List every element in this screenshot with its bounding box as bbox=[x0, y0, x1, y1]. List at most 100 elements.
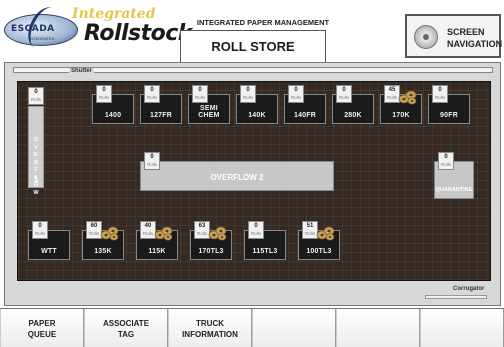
nav-button-associate-tag[interactable]: ASSOCIATE TAG bbox=[84, 309, 168, 347]
screen-navigation-label: SCREEN NAVIGATION bbox=[447, 26, 502, 50]
lane-count-box: 0 Rolls bbox=[432, 85, 448, 103]
lane-roll-count: 45 bbox=[388, 87, 396, 93]
overflow-1-char: E bbox=[34, 152, 38, 158]
lane-count-box: 0 Rolls bbox=[32, 221, 48, 239]
overflow-1-char: W bbox=[33, 189, 39, 196]
overflow-1-char: R bbox=[34, 159, 38, 166]
lane-count-box: 0 Rolls bbox=[96, 85, 112, 103]
lane-count-box: 0 Rolls bbox=[192, 85, 208, 103]
lane-label: 170K bbox=[392, 112, 410, 119]
corrugator-label: Corrugator bbox=[453, 286, 485, 292]
escada-logo: ESCADA INTEGRATED Integrated Rollstock bbox=[4, 2, 192, 54]
lane-roll-unit: Rolls bbox=[242, 95, 253, 100]
quarantine-count: 0 bbox=[444, 154, 448, 160]
roll-store-panel: Shutter OVERFLOW 1 0 Rolls OVERFLOW 2 0 … bbox=[4, 62, 501, 306]
lane-roll-count: 60 bbox=[90, 223, 98, 229]
lane-label: WTT bbox=[41, 248, 57, 255]
lane-label: 115K bbox=[148, 248, 166, 255]
overflow-1-char: V bbox=[34, 144, 38, 151]
paper-roll-icon bbox=[100, 224, 120, 242]
lane-roll-unit: Rolls bbox=[386, 95, 397, 100]
lane-count-box: 0 Rolls bbox=[240, 85, 256, 103]
screen-navigation-button[interactable]: SCREEN NAVIGATION bbox=[405, 14, 502, 58]
nav-button-paper-queue[interactable]: PAPER QUEUE bbox=[0, 309, 84, 347]
overflow-1-count-box: 0 Rolls bbox=[28, 87, 44, 105]
lane-roll-unit: Rolls bbox=[304, 231, 315, 236]
lane-roll-unit: Rolls bbox=[434, 95, 445, 100]
lane-roll-unit: Rolls bbox=[88, 231, 99, 236]
corrugator-bar bbox=[425, 295, 487, 299]
paper-roll-icon bbox=[398, 88, 418, 106]
page-title: ROLL STORE bbox=[211, 39, 295, 54]
lane-label: 280K bbox=[344, 112, 362, 119]
overflow-1-number: 1 bbox=[33, 174, 39, 184]
quarantine-unit: Rolls bbox=[440, 162, 451, 167]
lane-roll-unit: Rolls bbox=[34, 231, 45, 236]
lane-roll-unit: Rolls bbox=[142, 231, 153, 236]
lane-roll-count: 0 bbox=[438, 87, 442, 93]
header: ESCADA INTEGRATED Integrated Rollstock I… bbox=[0, 0, 504, 62]
lane-roll-count: 0 bbox=[342, 87, 346, 93]
page-title-tab: ROLL STORE bbox=[180, 30, 326, 62]
overflow-1-unit: Rolls bbox=[30, 97, 41, 102]
disc-icon bbox=[414, 25, 438, 49]
lane-roll-count: 0 bbox=[198, 87, 202, 93]
paper-roll-icon bbox=[316, 224, 336, 242]
lane-count-box: 0 Rolls bbox=[248, 221, 264, 239]
overflow-2-label: OVERFLOW 2 bbox=[210, 173, 264, 182]
logo-rollstock-text: Rollstock bbox=[84, 21, 192, 46]
lane-label: 90FR bbox=[440, 112, 458, 119]
lane-label: 1400 bbox=[104, 112, 122, 119]
nav-button-label: PAPER QUEUE bbox=[27, 318, 57, 339]
lane-roll-count: 0 bbox=[254, 223, 258, 229]
lane-roll-unit: Rolls bbox=[146, 95, 157, 100]
nav-button-blank-5[interactable] bbox=[420, 309, 504, 347]
lane-roll-count: 63 bbox=[198, 223, 206, 229]
lane-roll-count: 0 bbox=[38, 223, 42, 229]
lane-roll-unit: Rolls bbox=[196, 231, 207, 236]
lane-roll-unit: Rolls bbox=[250, 231, 261, 236]
lane-label: 115TL3 bbox=[252, 248, 278, 255]
lane-count-box: 0 Rolls bbox=[144, 85, 160, 103]
quarantine-label: QUARANTINE bbox=[435, 187, 473, 193]
nav-button-truck-information[interactable]: TRUCK INFORMATION bbox=[168, 309, 252, 347]
lane-roll-unit: Rolls bbox=[338, 95, 349, 100]
nav-button-blank-4[interactable] bbox=[336, 309, 420, 347]
nav-button-label: TRUCK INFORMATION bbox=[182, 318, 238, 339]
system-title: INTEGRATED PAPER MANAGEMENT bbox=[196, 18, 330, 27]
lane-roll-count: 51 bbox=[306, 223, 314, 229]
shutter-label: Shutter bbox=[69, 68, 94, 74]
lane-label: SEMI CHEM bbox=[198, 105, 220, 119]
lane-roll-count: 0 bbox=[102, 87, 106, 93]
lane-count-box: 0 Rolls bbox=[336, 85, 352, 103]
lane-label: 127FR bbox=[149, 112, 172, 119]
paper-roll-icon bbox=[154, 224, 174, 242]
overflow-2-area[interactable]: OVERFLOW 2 bbox=[140, 161, 334, 191]
overflow-1-vertical-label: OVERFLOW bbox=[29, 137, 43, 197]
overflow-2-count-box: 0 Rolls bbox=[144, 152, 160, 170]
lane-roll-count: 0 bbox=[294, 87, 298, 93]
overflow-2-unit: Rolls bbox=[146, 162, 157, 167]
logo-integrated-text: Integrated bbox=[72, 6, 156, 22]
lane-roll-unit: Rolls bbox=[194, 95, 205, 100]
lane-count-box: 0 Rolls bbox=[288, 85, 304, 103]
overflow-1-count: 0 bbox=[34, 89, 38, 95]
lane-label: 140FR bbox=[293, 112, 316, 119]
lane-label: 140K bbox=[248, 112, 266, 119]
screen-navigation-label-line2: NAVIGATION bbox=[447, 39, 503, 49]
lane-label: 170TL3 bbox=[198, 248, 224, 255]
overflow-2-count: 0 bbox=[150, 154, 154, 160]
bottom-navigation: PAPER QUEUE ASSOCIATE TAG TRUCK INFORMATIO… bbox=[0, 308, 504, 347]
paper-roll-icon bbox=[208, 224, 228, 242]
lane-roll-unit: Rolls bbox=[290, 95, 301, 100]
quarantine-count-box: 0 Rolls bbox=[438, 152, 454, 170]
nav-button-label: ASSOCIATE TAG bbox=[102, 318, 150, 339]
screen-navigation-label-line1: SCREEN bbox=[447, 27, 485, 37]
overflow-1-area[interactable]: OVERFLOW 1 bbox=[28, 106, 44, 196]
store-floor: OVERFLOW 1 0 Rolls OVERFLOW 2 0 Rolls QU… bbox=[17, 81, 491, 281]
nav-button-blank-3[interactable] bbox=[252, 309, 336, 347]
overflow-1-char: O bbox=[33, 137, 39, 143]
lane-roll-count: 0 bbox=[246, 87, 250, 93]
lane-roll-unit: Rolls bbox=[98, 95, 109, 100]
lane-label: 100TL3 bbox=[306, 248, 332, 255]
